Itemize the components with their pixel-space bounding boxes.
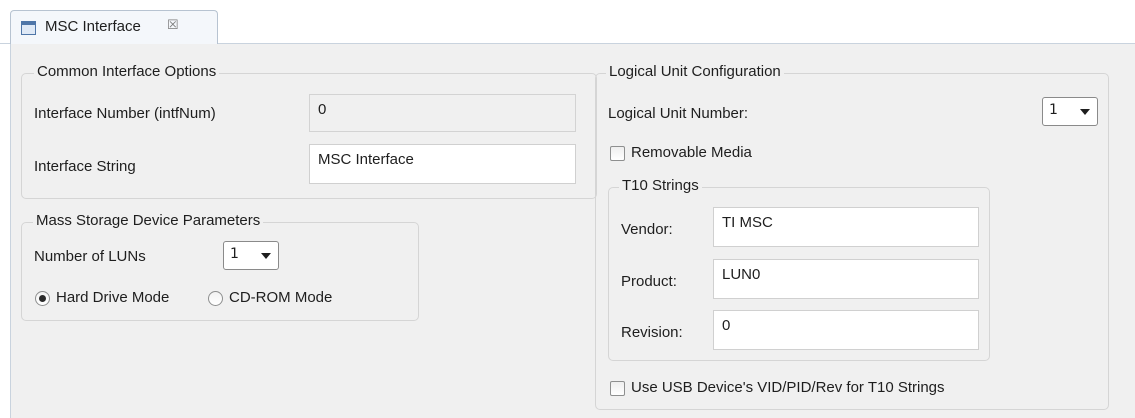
close-icon[interactable]: ☒ bbox=[167, 17, 179, 33]
mass-storage-parameters-group bbox=[21, 222, 419, 321]
t10-strings-title: T10 Strings bbox=[619, 177, 702, 194]
use-usb-device-vid-pid-label: Use USB Device's VID/PID/Rev for T10 Str… bbox=[631, 379, 945, 396]
logical-unit-number-dropdown[interactable]: 1 bbox=[1042, 97, 1098, 126]
chevron-down-icon bbox=[261, 253, 271, 259]
editor-panel: Common Interface Options Interface Numbe… bbox=[10, 44, 1135, 418]
revision-field[interactable]: 0 bbox=[713, 310, 979, 350]
vendor-label: Vendor: bbox=[621, 221, 673, 238]
number-of-luns-label: Number of LUNs bbox=[34, 248, 146, 265]
cd-rom-mode-radio[interactable] bbox=[208, 291, 223, 306]
revision-label: Revision: bbox=[621, 324, 683, 341]
tab-msc-interface[interactable]: MSC Interface ☒ bbox=[10, 10, 218, 45]
product-label: Product: bbox=[621, 273, 677, 290]
interface-number-field: 0 bbox=[309, 94, 576, 132]
number-of-luns-dropdown[interactable]: 1 bbox=[223, 241, 279, 270]
logical-unit-configuration-title: Logical Unit Configuration bbox=[606, 63, 784, 80]
logical-unit-number-value: 1 bbox=[1049, 102, 1058, 118]
product-field[interactable]: LUN0 bbox=[713, 259, 979, 299]
vendor-field[interactable]: TI MSC bbox=[713, 207, 979, 247]
chevron-down-icon bbox=[1080, 109, 1090, 115]
use-usb-device-vid-pid-checkbox[interactable] bbox=[610, 381, 625, 396]
editor-icon bbox=[21, 21, 36, 35]
logical-unit-number-label: Logical Unit Number: bbox=[608, 105, 749, 122]
interface-string-label: Interface String bbox=[34, 158, 136, 175]
cd-rom-mode-label: CD-ROM Mode bbox=[229, 289, 333, 306]
tab-title: MSC Interface bbox=[45, 18, 141, 35]
interface-string-field[interactable]: MSC Interface bbox=[309, 144, 576, 184]
number-of-luns-value: 1 bbox=[230, 246, 239, 262]
removable-media-checkbox[interactable] bbox=[610, 146, 625, 161]
interface-number-label: Interface Number (intfNum) bbox=[34, 105, 216, 122]
mass-storage-parameters-title: Mass Storage Device Parameters bbox=[33, 212, 264, 229]
common-interface-options-title: Common Interface Options bbox=[34, 63, 220, 80]
hard-drive-mode-label: Hard Drive Mode bbox=[56, 289, 170, 306]
removable-media-label: Removable Media bbox=[631, 144, 752, 161]
hard-drive-mode-radio[interactable] bbox=[35, 291, 50, 306]
